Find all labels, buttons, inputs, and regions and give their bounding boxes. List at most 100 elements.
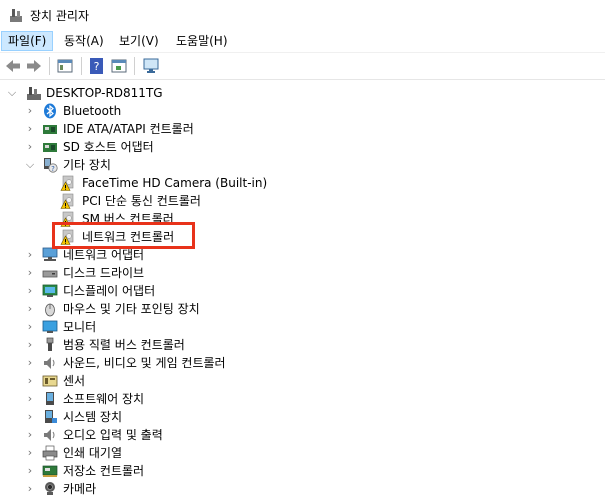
storage-controller-icon [42,465,58,477]
tree-item-label: 사운드, 비디오 및 게임 컨트롤러 [63,356,226,370]
chevron-right-icon[interactable]: › [24,336,36,354]
chevron-right-icon[interactable]: › [24,120,36,138]
chevron-right-icon[interactable]: › [24,138,36,156]
highlight-box [52,222,195,249]
tree-item-system-device[interactable]: › 시스템 장치 [0,408,300,426]
tree-item-label: 소프트웨어 장치 [63,392,145,406]
forward-arrow-icon[interactable] [25,57,43,75]
tree-item-other-devices[interactable]: ⌵ ? 기타 장치 [0,156,300,174]
usb-icon [46,337,54,351]
tree-item-bluetooth[interactable]: › Bluetooth [0,102,300,120]
system-device-icon [45,410,57,423]
window-title: 장치 관리자 [30,9,90,23]
chevron-right-icon[interactable]: › [24,282,36,300]
tree-item-label: 범용 직렬 버스 컨트롤러 [63,338,185,352]
tree-item-ide[interactable]: › IDE ATA/ATAPI 컨트롤러 [0,120,300,138]
tree-item-label: FaceTime HD Camera (Built-in) [82,176,268,190]
tree-item-label: Bluetooth [63,104,122,118]
warning-device-icon [60,175,74,191]
menu-bar: 파일(F) 동작(A) 보기(V) 도움말(H) [0,30,605,53]
update-driver-icon[interactable] [110,57,128,75]
tree-item-label: 센서 [63,374,86,388]
chevron-right-icon[interactable]: › [24,444,36,462]
camera-icon [45,482,55,495]
tree-item-mouse[interactable]: › 마우스 및 기타 포인팅 장치 [0,300,300,318]
tree-item-label: SD 호스트 어댑터 [63,140,154,154]
tree-item-usb[interactable]: › 범용 직렬 버스 컨트롤러 [0,336,300,354]
sd-host-icon [43,143,57,152]
other-devices-icon: ? [44,158,58,173]
menu-action[interactable]: 동작(A) [58,32,110,50]
bluetooth-icon [44,103,56,119]
chevron-right-icon[interactable]: › [24,408,36,426]
device-tree: ⌵ DESKTOP-RD811TG › Bluetooth › IDE ATA/… [0,82,605,504]
toolbar-separator [134,57,135,75]
chevron-right-icon[interactable]: › [24,300,36,318]
sound-icon [44,357,55,369]
tree-item-label: 카메라 [63,482,97,496]
svg-text:?: ? [51,165,55,173]
tree-item-pci-simple-comm[interactable]: PCI 단순 통신 컨트롤러 [0,192,300,210]
tree-item-display-adapter[interactable]: › 디스플레이 어댑터 [0,282,300,300]
tree-item-disk-drive[interactable]: › 디스크 드라이브 [0,264,300,282]
chevron-right-icon[interactable]: › [24,480,36,498]
device-manager-icon [10,9,22,22]
tree-item-label: 디스플레이 어댑터 [63,284,156,298]
mouse-icon [45,303,55,317]
svg-text:?: ? [94,60,100,73]
tree-item-label: 모니터 [63,320,97,334]
chevron-right-icon[interactable]: › [24,372,36,390]
tree-item-label: 오디오 입력 및 출력 [63,428,163,442]
properties-view-icon[interactable] [56,57,74,75]
toolbar-separator [49,57,50,75]
help-icon[interactable]: ? [88,57,106,75]
chevron-right-icon[interactable]: › [24,102,36,120]
tree-root-label: DESKTOP-RD811TG [46,86,163,100]
toolbar-separator [81,57,82,75]
tree-item-label: 시스템 장치 [63,410,123,424]
software-device-icon [46,392,54,405]
chevron-right-icon[interactable]: › [24,426,36,444]
menu-view[interactable]: 보기(V) [113,32,165,50]
tree-item-sensor[interactable]: › 센서 [0,372,300,390]
audio-io-icon [44,429,55,441]
tree-item-audio-io[interactable]: › 오디오 입력 및 출력 [0,426,300,444]
tree-item-sound[interactable]: › 사운드, 비디오 및 게임 컨트롤러 [0,354,300,372]
tree-item-facetime-camera[interactable]: FaceTime HD Camera (Built-in) [0,174,300,192]
scan-hardware-icon[interactable] [142,57,160,75]
tree-item-label: 디스크 드라이브 [63,266,145,280]
chevron-right-icon[interactable]: › [24,318,36,336]
chevron-right-icon[interactable]: › [24,354,36,372]
display-adapter-icon [42,284,58,297]
tree-item-label: 마우스 및 기타 포인팅 장치 [63,302,200,316]
chevron-down-icon[interactable]: ⌵ [24,156,36,174]
tree-item-label: PCI 단순 통신 컨트롤러 [82,194,201,208]
ide-controller-icon [43,125,57,134]
chevron-right-icon[interactable]: › [24,246,36,264]
chevron-right-icon[interactable]: › [24,264,36,282]
tree-item-camera[interactable]: › 카메라 [0,480,300,498]
chevron-down-icon[interactable]: ⌵ [6,84,18,102]
menu-help[interactable]: 도움말(H) [170,32,234,50]
chevron-right-icon[interactable]: › [24,462,36,480]
tree-root[interactable]: ⌵ DESKTOP-RD811TG [0,84,300,102]
tree-item-software-device[interactable]: › 소프트웨어 장치 [0,390,300,408]
tree-item-monitor[interactable]: › 모니터 [0,318,300,336]
tree-item-print-queue[interactable]: › 인쇄 대기열 [0,444,300,462]
tree-item-label: 인쇄 대기열 [63,446,123,460]
monitor-icon [42,320,58,333]
tree-item-label: 기타 장치 [63,158,111,172]
chevron-right-icon[interactable]: › [24,390,36,408]
sensor-icon [42,375,58,387]
tree-item-label: IDE ATA/ATAPI 컨트롤러 [63,122,194,136]
tree-item-storage-controller[interactable]: › 저장소 컨트롤러 [0,462,300,480]
back-arrow-icon[interactable] [4,57,22,75]
tree-item-sd-host[interactable]: › SD 호스트 어댑터 [0,138,300,156]
menu-file[interactable]: 파일(F) [1,31,54,51]
warning-device-icon [60,193,74,209]
tree-item-label: 저장소 컨트롤러 [63,464,145,478]
toolbar: ? [0,53,605,80]
title-bar: 장치 관리자 [0,0,605,30]
computer-icon [27,87,41,100]
disk-drive-icon [42,270,58,278]
